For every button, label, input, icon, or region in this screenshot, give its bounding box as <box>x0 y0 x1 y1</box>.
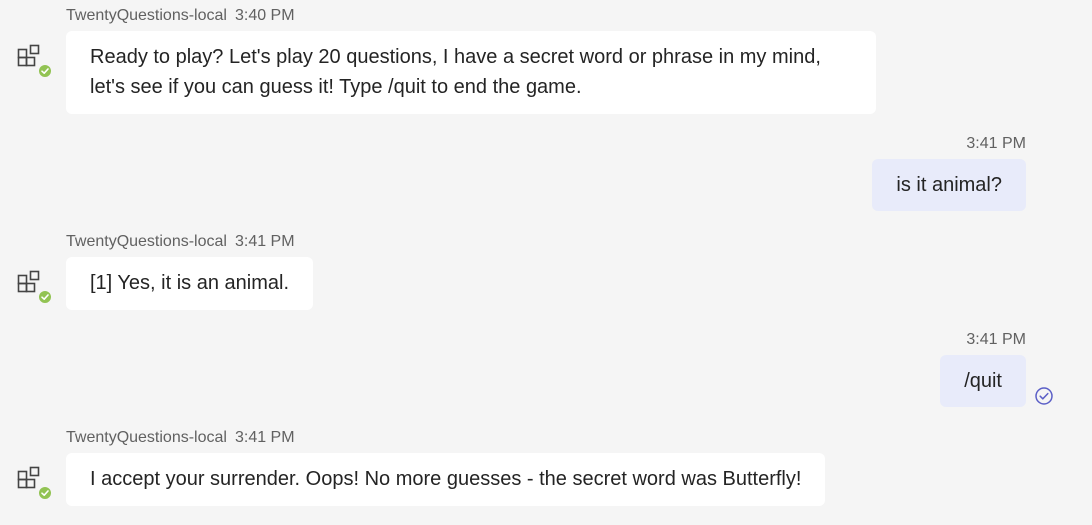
message-header: TwentyQuestions-local 3:41 PM <box>66 428 295 448</box>
bot-message-bubble[interactable]: I accept your surrender. Oops! No more g… <box>66 453 826 506</box>
presence-available-icon <box>37 485 53 501</box>
user-message-bubble[interactable]: is it animal? <box>872 159 1026 211</box>
sender-name: TwentyQuestions-local <box>66 429 227 446</box>
message-text: [1] Yes, it is an animal. <box>90 272 290 294</box>
user-message-bubble[interactable]: /quit <box>940 355 1026 407</box>
message-text: Ready to play? Let's play 20 questions, … <box>90 46 821 98</box>
message-time: 3:41 PM <box>234 233 295 250</box>
message-time: 3:40 PM <box>234 7 295 24</box>
message-text: /quit <box>964 370 1002 392</box>
bot-avatar[interactable] <box>16 42 56 82</box>
read-receipt-icon <box>1034 386 1054 406</box>
message-time: 3:41 PM <box>966 135 1026 152</box>
message-time: 3:41 PM <box>234 429 295 446</box>
sender-name: TwentyQuestions-local <box>66 7 227 24</box>
message-header: TwentyQuestions-local 3:40 PM <box>66 6 295 26</box>
message-header: TwentyQuestions-local 3:41 PM <box>66 232 295 252</box>
message-text: is it animal? <box>896 174 1002 196</box>
bot-avatar[interactable] <box>16 268 56 308</box>
presence-available-icon <box>37 63 53 79</box>
chat-thread: TwentyQuestions-local 3:40 PM Ready to pl… <box>0 0 1092 525</box>
presence-available-icon <box>37 289 53 305</box>
bot-avatar[interactable] <box>16 464 56 504</box>
bot-message-bubble[interactable]: Ready to play? Let's play 20 questions, … <box>66 31 876 114</box>
sender-name: TwentyQuestions-local <box>66 233 227 250</box>
bot-message-bubble[interactable]: [1] Yes, it is an animal. <box>66 257 314 310</box>
message-time: 3:41 PM <box>966 331 1026 348</box>
message-text: I accept your surrender. Oops! No more g… <box>90 468 802 490</box>
